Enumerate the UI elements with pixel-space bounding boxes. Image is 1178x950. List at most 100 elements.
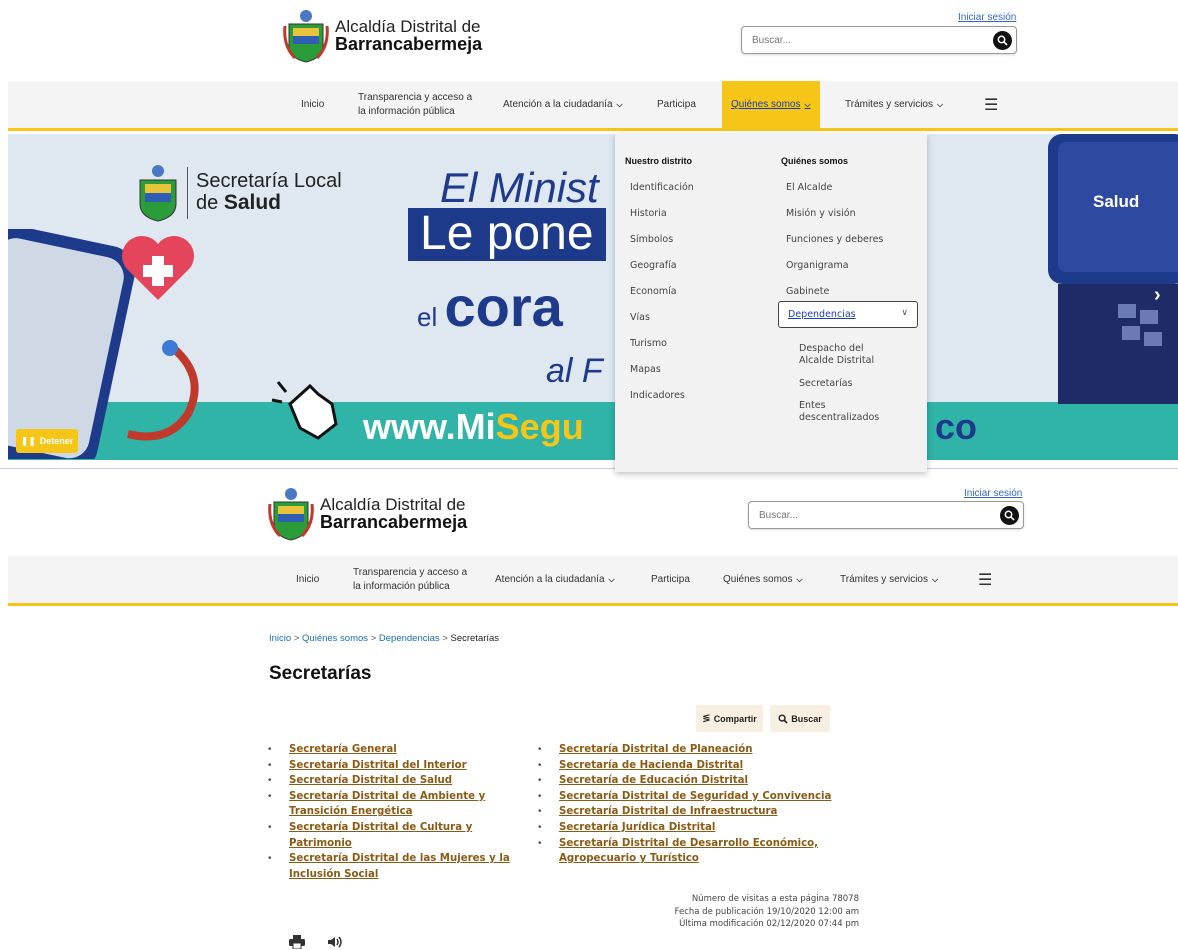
search-button[interactable] [1000,506,1019,525]
breadcrumb-quienes-somos[interactable]: Quiénes somos [302,633,368,644]
nav-participa[interactable]: Participa [651,556,690,603]
chevron-down-icon: ⌵ [804,99,811,109]
nav-inicio[interactable]: Inicio [301,81,324,128]
nav-quienes-somos[interactable]: Quiénes somos ⌵ [722,81,820,128]
search-input[interactable] [742,27,972,53]
menu-item-gabinete[interactable]: Gabinete [786,286,829,297]
list-item: Secretaría Distrital del Interior [268,758,538,774]
breadcrumb-inicio[interactable]: Inicio [269,633,291,644]
share-button[interactable]: ≶ Compartir [696,705,763,732]
secretaria-link[interactable]: Secretaría Distrital de Seguridad y Conv… [559,791,831,802]
menu-item-mision-vision[interactable]: Misión y visión [786,208,856,219]
menu-item-organigrama[interactable]: Organigrama [786,260,849,271]
secretaria-link[interactable]: Secretaría Distrital de Planeación [559,744,752,755]
secretaria-link[interactable]: Secretaría Jurídica Distrital [559,822,715,833]
nav-tramites-label: Trámites y servicios [845,99,933,110]
secretaria-link[interactable]: Secretaría Distrital de Ambiente y Trans… [289,791,485,818]
quienes-somos-dropdown: Nuestro distrito Quiénes somos Identific… [615,134,927,472]
list-item: Secretaría de Educación Distrital [538,773,838,789]
menu-item-mapas[interactable]: Mapas [630,364,661,375]
menu-item-economia[interactable]: Economía [630,286,677,297]
list-item: Secretaría Jurídica Distrital [538,820,838,836]
submenu-entes[interactable]: Entes descentralizados [799,400,879,425]
page-search-button[interactable]: Buscar [770,705,830,732]
chevron-down-icon: ∨ [901,308,908,318]
menu-item-indicadores[interactable]: Indicadores [630,390,685,401]
pointing-hand-icon [271,381,338,440]
dependencias-label: Dependencias [788,309,856,320]
search-button[interactable] [993,31,1012,50]
nav-atencion-label: Atención a la ciudadanía [503,99,613,110]
banner-headline-4: al F [546,352,603,390]
nav-participa-label: Participa [651,574,690,585]
banner-headline-3a: el [417,302,445,332]
menu-item-funciones[interactable]: Funciones y deberes [786,234,883,245]
share-icon: ≶ [702,713,711,724]
secretaria-link[interactable]: Secretaría de Educación Distrital [559,775,748,786]
search-input[interactable] [749,502,979,528]
hamburger-icon[interactable]: ☰ [984,81,998,128]
list-item: Secretaría Distrital de Seguridad y Conv… [538,789,838,805]
menu-item-dependencias[interactable]: Dependencias ∨ [778,301,918,328]
nav-tramites[interactable]: Trámites y servicios ⌵ [845,81,943,128]
secretaria-link[interactable]: Secretaría Distrital de Salud [289,775,452,786]
nav-participa[interactable]: Participa [657,81,696,128]
nav-transparencia-l2: la información pública [358,105,455,117]
secretaria-link[interactable]: Secretaría General [289,744,397,755]
secretaria-link[interactable]: Secretaría Distrital de Cultura y Patrim… [289,822,472,849]
breadcrumb-sep: > [442,633,448,644]
pause-icon: ❚❚ [20,435,36,446]
crest-icon [283,10,329,63]
menu-item-vias[interactable]: Vías [630,312,650,323]
menu-item-historia[interactable]: Historia [630,208,667,219]
login-link[interactable]: Iniciar sesión [958,12,1016,23]
nav-transparencia[interactable]: Transparencia y acceso a la información p… [353,556,467,603]
pause-button[interactable]: ❚❚ Detener [16,429,78,453]
nav-inicio[interactable]: Inicio [296,556,319,603]
menu-item-geografia[interactable]: Geografía [630,260,677,271]
breadcrumb-dependencias[interactable]: Dependencias [379,633,440,644]
crest-icon [139,165,177,222]
secretaria-line2a: de [196,192,224,215]
secretaria-link[interactable]: Secretaría Distrital del Interior [289,760,467,771]
nav-atencion[interactable]: Atención a la ciudadanía ⌵ [495,556,615,603]
nav-atencion[interactable]: Atención a la ciudadanía ⌵ [503,81,623,128]
menu-item-simbolos[interactable]: Símbolos [630,234,673,245]
secretaria-link[interactable]: Secretaría Distrital de las Mujeres y la… [289,853,510,880]
nav-inicio-label: Inicio [301,99,325,110]
submenu-secretarias[interactable]: Secretarías [799,378,853,390]
site-header: Alcaldía Distrital de Barrancabermeja In… [0,478,1178,548]
submenu-entes-l2: descentralizados [799,412,880,424]
banner-url-end: co [935,406,978,447]
print-icon[interactable] [289,935,305,949]
menu-item-el-alcalde[interactable]: El Alcalde [786,182,832,193]
secretaria-link[interactable]: Secretaría Distrital de Desarrollo Econó… [559,838,818,865]
visit-count: Número de visitas a esta página 78078 [691,894,859,904]
secretaria-link[interactable]: Secretaría Distrital de Infraestructura [559,806,777,817]
next-slide-icon[interactable]: › [1154,284,1161,307]
nav-tramites[interactable]: Trámites y servicios ⌵ [840,556,938,603]
col-quienes-somos-title: Quiénes somos [781,156,849,166]
banner-headline-2: Le pone [408,207,606,261]
salud-logo-text: Salud [1093,192,1140,211]
secretaria-link[interactable]: Secretaría de Hacienda Distrital [559,760,743,771]
site-logo[interactable]: Alcaldía Distrital de Barrancabermeja [268,486,467,542]
nav-quienes-somos[interactable]: Quiénes somos ⌵ [723,556,803,603]
nav-transparencia[interactable]: Transparencia y acceso a la información p… [358,81,472,128]
menu-item-turismo[interactable]: Turismo [630,338,667,349]
publish-date: Fecha de publicación 19/10/2020 12:00 am [674,906,859,917]
hamburger-icon[interactable]: ☰ [978,556,992,603]
login-link[interactable]: Iniciar sesión [964,488,1022,499]
breadcrumb-sep: > [370,633,377,644]
main-nav: Inicio Transparencia y acceso a la inform… [8,556,1178,606]
chevron-down-icon: ⌵ [936,99,944,109]
menu-item-identificacion[interactable]: Identificación [630,182,694,193]
breadcrumb-current: Secretarías [450,633,500,644]
logo-line2: Barrancabermeja [320,512,468,533]
submenu-secretarias-l1: Secretarías [799,378,853,389]
speaker-icon[interactable] [327,935,343,949]
list-item: Secretaría Distrital de Desarrollo Econó… [538,836,838,867]
nav-atencion-label: Atención a la ciudadanía [495,574,605,585]
submenu-despacho[interactable]: Despacho del Alcalde Distrital [799,343,874,368]
site-logo[interactable]: Alcaldía Distrital de Barrancabermeja [283,8,482,64]
